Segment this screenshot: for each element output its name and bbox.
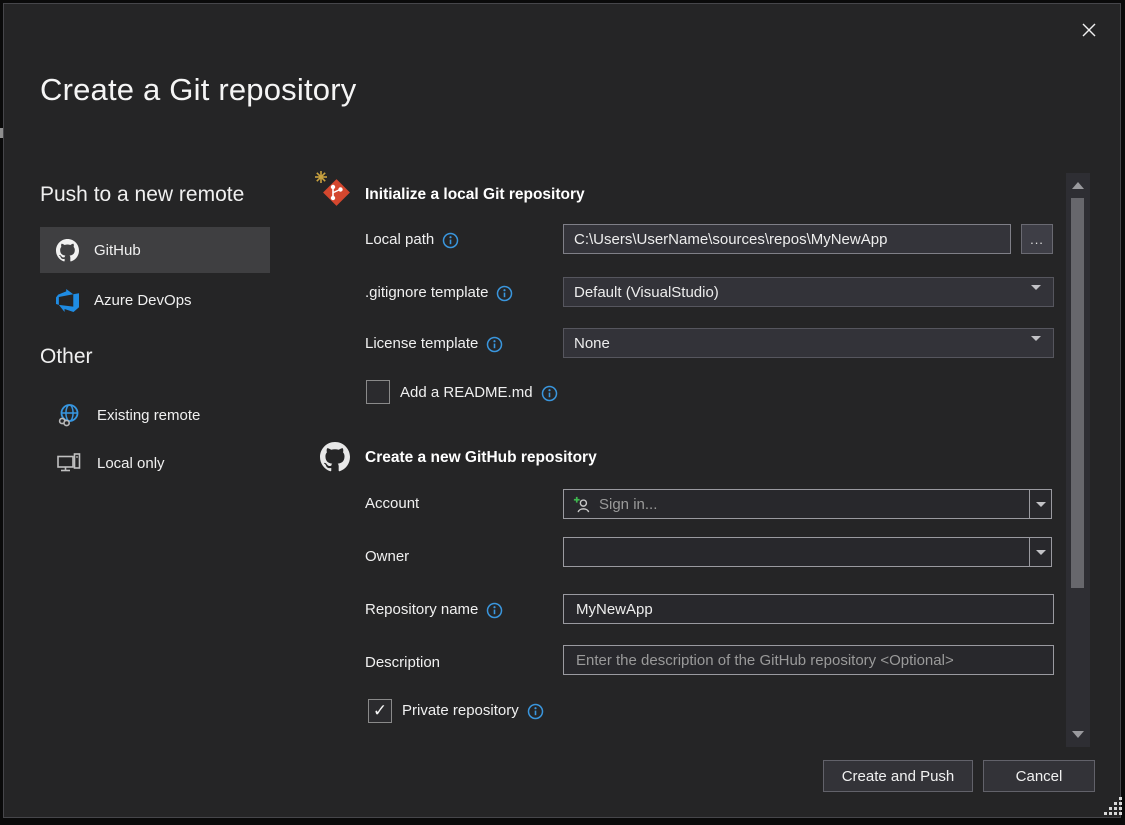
account-label: Account	[365, 494, 419, 514]
screen-edge-artifact	[0, 128, 3, 138]
cancel-label: Cancel	[1016, 768, 1063, 785]
private-repo-checkbox[interactable]: ✓	[368, 699, 392, 723]
cancel-button[interactable]: Cancel	[983, 760, 1095, 792]
gitignore-dropdown[interactable]: Default (VisualStudio)	[563, 277, 1054, 307]
readme-checkbox[interactable]	[366, 380, 390, 404]
github-icon	[320, 442, 350, 472]
private-repo-label: Private repository	[402, 701, 519, 721]
repo-name-input[interactable]: MyNewApp	[563, 594, 1054, 624]
browse-button[interactable]: ...	[1021, 224, 1053, 254]
readme-label: Add a README.md	[400, 383, 533, 403]
browse-label: ...	[1030, 232, 1044, 247]
azure-devops-icon	[56, 289, 79, 312]
license-value: None	[574, 335, 610, 352]
sidebar-item-label: Local only	[97, 455, 165, 472]
sidebar-heading-push-remote: Push to a new remote	[40, 183, 244, 207]
info-icon[interactable]	[527, 703, 544, 720]
section-header-init-local: Initialize a local Git repository	[365, 186, 585, 204]
repo-name-label-row: Repository name	[365, 600, 503, 620]
scrollbar-thumb[interactable]	[1071, 198, 1084, 588]
create-and-push-button[interactable]: Create and Push	[823, 760, 973, 792]
section-header-new-github-repo: Create a new GitHub repository	[365, 449, 597, 467]
info-icon[interactable]	[486, 602, 503, 619]
repo-name-value: MyNewApp	[576, 601, 653, 618]
sidebar-heading-other: Other	[40, 345, 93, 369]
info-icon[interactable]	[442, 232, 459, 249]
repo-name-label: Repository name	[365, 600, 478, 620]
account-dropdown-button[interactable]	[1029, 490, 1051, 518]
scrollbar[interactable]	[1066, 173, 1090, 747]
owner-combobox[interactable]	[563, 537, 1052, 567]
github-icon	[56, 239, 79, 262]
account-label-row: Account	[365, 494, 419, 514]
close-icon	[1079, 20, 1099, 40]
owner-label-row: Owner	[365, 547, 409, 567]
git-init-icon	[313, 169, 355, 211]
info-icon[interactable]	[541, 385, 558, 402]
sidebar-item-github[interactable]: GitHub	[40, 227, 270, 273]
account-combobox[interactable]: Sign in...	[563, 489, 1052, 519]
chevron-down-icon	[1031, 341, 1041, 358]
sidebar-item-azure-devops[interactable]: Azure DevOps	[40, 279, 270, 321]
create-and-push-label: Create and Push	[842, 768, 955, 785]
owner-label: Owner	[365, 547, 409, 567]
chevron-down-icon	[1031, 290, 1041, 307]
gitignore-label-row: .gitignore template	[365, 283, 513, 303]
sidebar-item-local-only[interactable]: Local only	[40, 442, 270, 484]
gitignore-value: Default (VisualStudio)	[574, 284, 719, 301]
screen: Create a Git repository Push to a new re…	[0, 0, 1125, 825]
local-path-input[interactable]: C:\Users\UserName\sources\repos\MyNewApp	[563, 224, 1011, 254]
description-label-row: Description	[365, 653, 440, 673]
account-placeholder: Sign in...	[599, 496, 657, 513]
private-repo-label-row: Private repository	[402, 701, 544, 721]
license-label: License template	[365, 334, 478, 354]
description-label: Description	[365, 653, 440, 673]
scroll-down-icon[interactable]	[1072, 731, 1084, 738]
globe-link-icon	[56, 402, 82, 428]
checkmark-icon: ✓	[373, 701, 387, 721]
local-path-label: Local path	[365, 230, 434, 250]
resize-grip-icon[interactable]	[1102, 796, 1123, 817]
scroll-up-icon[interactable]	[1072, 182, 1084, 189]
info-icon[interactable]	[496, 285, 513, 302]
license-label-row: License template	[365, 334, 503, 354]
sidebar-item-label: GitHub	[94, 242, 141, 259]
close-button[interactable]	[1070, 12, 1108, 48]
license-dropdown[interactable]: None	[563, 328, 1054, 358]
readme-label-row: Add a README.md	[400, 383, 558, 403]
page-title: Create a Git repository	[40, 72, 356, 108]
local-path-value: C:\Users\UserName\sources\repos\MyNewApp	[574, 231, 887, 248]
local-path-label-row: Local path	[365, 230, 459, 250]
description-input[interactable]: Enter the description of the GitHub repo…	[563, 645, 1054, 675]
sidebar-item-label: Azure DevOps	[94, 292, 192, 309]
info-icon[interactable]	[486, 336, 503, 353]
owner-dropdown-button[interactable]	[1029, 538, 1051, 566]
gitignore-label: .gitignore template	[365, 283, 488, 303]
sidebar-item-label: Existing remote	[97, 407, 200, 424]
computer-icon	[56, 450, 82, 476]
sidebar-item-existing-remote[interactable]: Existing remote	[40, 394, 270, 436]
add-user-icon	[572, 495, 591, 514]
description-placeholder: Enter the description of the GitHub repo…	[576, 652, 954, 669]
